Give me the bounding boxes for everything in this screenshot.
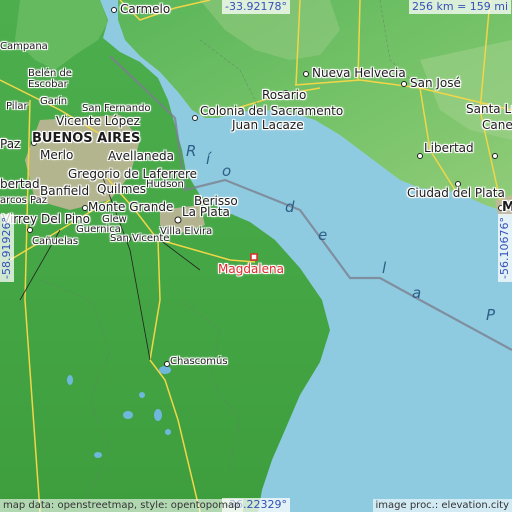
river-label-letter: R <box>186 142 197 160</box>
river-label-letter: e <box>318 226 328 244</box>
place-label: Villa Elvira <box>160 226 213 237</box>
place-label: Chascomús <box>170 356 228 367</box>
place-label: Colonia del Sacramento <box>200 104 344 118</box>
place-label: La Plata <box>182 205 230 219</box>
place-label: Merlo <box>40 148 74 162</box>
place-label: Pilar <box>6 101 28 112</box>
river-label-letter: o <box>222 162 232 180</box>
place-label: Belén de Escobar <box>28 68 72 90</box>
attribution-left: map data: openstreetmap, style: opentopo… <box>0 499 244 512</box>
place-label-selected[interactable]: Magdalena <box>218 262 284 276</box>
place-label: Cane <box>482 118 512 132</box>
river-label-letter: P <box>486 306 496 324</box>
attribution-right: image proc.: elevation.city <box>372 499 512 512</box>
coord-left: -58.91926° <box>0 214 14 282</box>
coord-top: -33.92178° <box>222 0 290 14</box>
place-label: Ciudad del Plata <box>407 186 505 200</box>
place-label: arcos Paz <box>0 195 47 206</box>
river-label-letter: l <box>382 259 387 277</box>
place-label: Nueva Helvecia <box>312 66 406 80</box>
place-label: Carmelo <box>120 2 171 16</box>
place-label: Garín <box>40 96 68 107</box>
place-label: Cañuelas <box>32 236 79 247</box>
place-label: Quilmes <box>97 182 147 196</box>
place-label: bertad <box>0 177 40 191</box>
place-label: Paz <box>0 137 21 151</box>
place-label: Vicente López <box>56 114 140 128</box>
place-label: Santa Lu <box>466 102 512 116</box>
place-label: Rosario <box>262 88 307 102</box>
place-label: Campana <box>0 41 48 52</box>
river-label-letter: d <box>285 198 295 216</box>
place-label: Avellaneda <box>108 149 174 163</box>
river-label-letter: a <box>412 284 422 302</box>
place-label: Banfield <box>40 184 90 198</box>
river-label-letter: í <box>206 150 211 168</box>
magdalena-marker <box>250 253 258 261</box>
scale-label: 256 km = 159 mi <box>409 0 512 14</box>
place-label: Monte Grande <box>88 200 174 214</box>
place-label: San Fernando <box>82 103 151 114</box>
place-label: Juan Lacaze <box>232 118 304 132</box>
place-label: Hudson <box>146 179 184 190</box>
place-label: San José <box>410 76 461 90</box>
map-canvas[interactable]: R í o d e l a P Carmelo Nueva Helvecia R… <box>0 0 512 512</box>
place-label: Libertad <box>424 141 474 155</box>
place-label: M <box>502 200 512 215</box>
place-label: BUENOS AIRES <box>32 131 141 146</box>
coord-right: -56.10676° <box>498 214 512 282</box>
